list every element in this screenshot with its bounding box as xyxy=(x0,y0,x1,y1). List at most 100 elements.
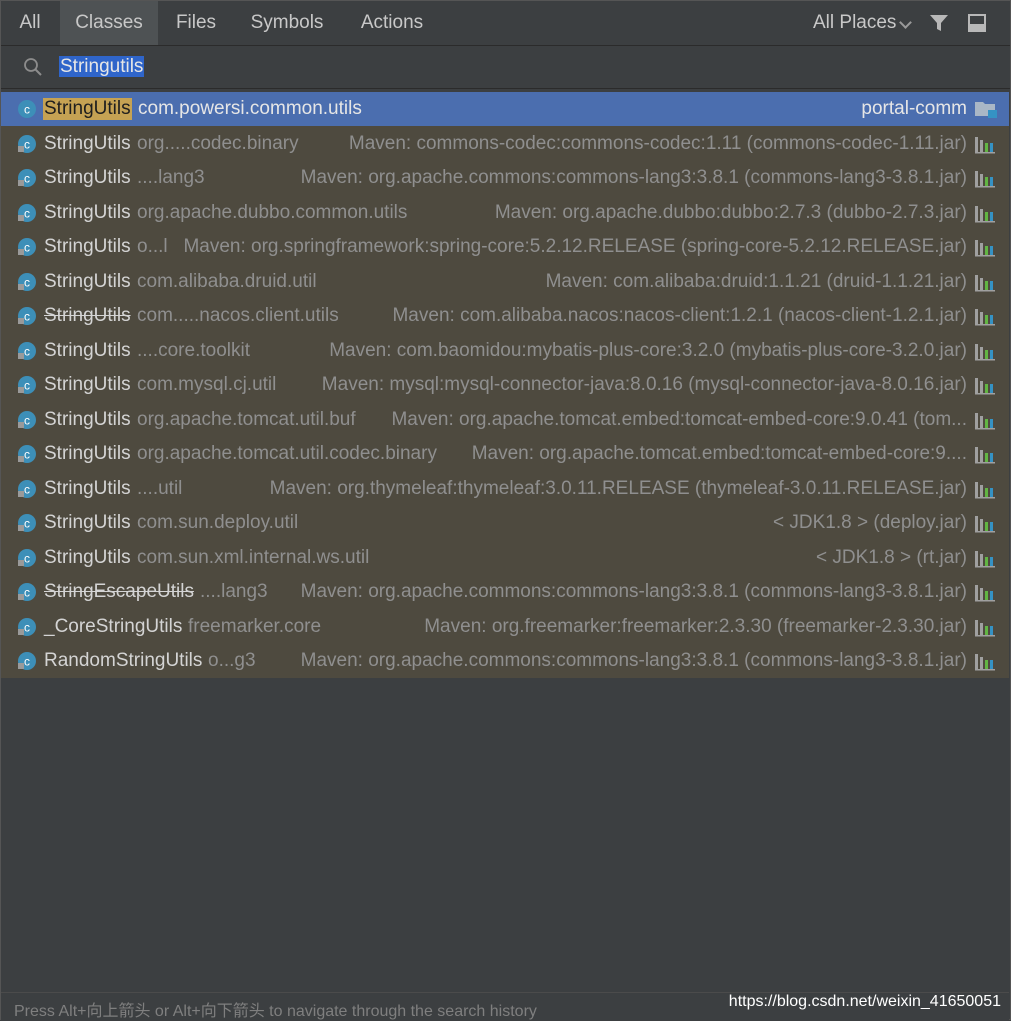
svg-text:c: c xyxy=(24,655,30,669)
result-row[interactable]: c StringUtils com.powersi.common.utils port… xyxy=(1,92,1009,126)
window-layout-icon[interactable] xyxy=(968,14,986,32)
library-icon xyxy=(975,309,995,326)
class-icon: c xyxy=(18,445,36,463)
result-package: com.powersi.common.utils xyxy=(138,98,362,119)
result-class-name: StringUtils xyxy=(44,167,131,188)
result-location: Maven: org.springframework:spring-core:5… xyxy=(183,236,967,257)
library-icon xyxy=(975,378,995,395)
result-package: ....util xyxy=(137,478,183,499)
library-icon xyxy=(975,206,995,223)
result-class-name: StringUtils xyxy=(44,547,131,568)
result-row[interactable]: c StringUtils com.....nacos.client.utils Ma… xyxy=(1,299,1009,333)
library-icon xyxy=(975,413,995,430)
result-row[interactable]: c StringUtils ....lang3 Maven: org.apache.c… xyxy=(1,161,1009,195)
result-location: Maven: commons-codec:commons-codec:1.11 … xyxy=(348,133,967,154)
result-location: Maven: org.thymeleaf:thymeleaf:3.0.11.RE… xyxy=(269,478,967,499)
result-class-name: StringUtils xyxy=(44,374,131,395)
result-row[interactable]: c StringUtils com.sun.xml.internal.ws.util… xyxy=(1,541,1009,575)
chevron-down-icon[interactable] xyxy=(899,16,912,29)
result-location: Maven: org.apache.tomcat.embed:tomcat-em… xyxy=(471,443,967,464)
result-class-name: StringUtils xyxy=(43,98,132,120)
tab-files[interactable]: Files xyxy=(163,1,229,45)
svg-text:c: c xyxy=(24,448,30,462)
library-icon xyxy=(975,447,995,464)
class-icon: c xyxy=(18,411,36,429)
tab-all[interactable]: All xyxy=(1,1,59,45)
class-icon: c xyxy=(18,273,36,291)
class-icon: c xyxy=(18,135,36,153)
result-class-name: StringUtils xyxy=(44,340,131,361)
search-query: Stringutils xyxy=(59,56,145,77)
watermark: https://blog.csdn.net/weixin_41650051 xyxy=(728,993,1001,1010)
result-package: org.apache.tomcat.util.buf xyxy=(137,409,356,430)
result-package: ....core.toolkit xyxy=(137,340,250,361)
tab-symbols[interactable]: Symbols xyxy=(241,1,333,45)
library-icon xyxy=(975,482,995,499)
search-icon xyxy=(24,58,42,76)
result-row[interactable]: c StringUtils org.apache.dubbo.common.util… xyxy=(1,196,1009,230)
result-package: ....lang3 xyxy=(200,581,268,602)
result-row[interactable]: c StringUtils o...l Maven: org.springframew… xyxy=(1,230,1009,264)
search-input[interactable]: Stringutils xyxy=(59,54,145,80)
result-row[interactable]: c StringUtils ....util Maven: org.thymeleaf… xyxy=(1,472,1009,506)
library-icon xyxy=(975,551,995,568)
result-row[interactable]: c RandomStringUtils o...g3 Maven: org.apach… xyxy=(1,644,1009,678)
result-location: Maven: com.alibaba:druid:1.1.21 (druid-1… xyxy=(545,271,967,292)
class-icon: c xyxy=(18,342,36,360)
class-icon: c xyxy=(18,204,36,222)
result-class-name: StringUtils xyxy=(44,133,131,154)
class-icon: c xyxy=(18,307,36,325)
class-icon: c xyxy=(18,652,36,670)
result-package: com.....nacos.client.utils xyxy=(137,305,339,326)
svg-text:c: c xyxy=(24,552,30,566)
svg-text:c: c xyxy=(24,483,30,497)
library-icon xyxy=(975,620,995,637)
result-class-name: StringUtils xyxy=(44,443,131,464)
result-package: com.sun.xml.internal.ws.util xyxy=(137,547,370,568)
result-row[interactable]: c StringUtils org.....codec.binary Maven: c… xyxy=(1,127,1009,161)
result-package: freemarker.core xyxy=(188,616,322,637)
search-bar: Stringutils xyxy=(1,46,1010,89)
class-icon: c xyxy=(18,100,36,118)
result-row[interactable]: c StringUtils com.sun.deploy.util < JDK1.8 … xyxy=(1,506,1009,540)
result-class-name: StringUtils xyxy=(44,305,131,326)
svg-text:c: c xyxy=(24,103,30,117)
class-icon: c xyxy=(18,618,36,636)
class-icon: c xyxy=(18,169,36,187)
result-row[interactable]: c StringUtils org.apache.tomcat.util.buf Ma… xyxy=(1,403,1009,437)
tab-bar: All Classes Files Symbols Actions All Pl… xyxy=(1,1,1010,46)
result-class-name: StringUtils xyxy=(44,512,131,533)
result-package: o...g3 xyxy=(208,650,256,671)
result-row[interactable]: c StringUtils ....core.toolkit Maven: com.b… xyxy=(1,334,1009,368)
tab-actions[interactable]: Actions xyxy=(351,1,433,45)
library-icon xyxy=(975,654,995,671)
search-history-hint: Press Alt+向上箭头 or Alt+向下箭头 to navigate t… xyxy=(14,1003,537,1020)
result-class-name: StringUtils xyxy=(44,271,131,292)
result-package: ....lang3 xyxy=(137,167,205,188)
class-icon: c xyxy=(18,480,36,498)
result-row[interactable]: c StringUtils com.alibaba.druid.util Maven:… xyxy=(1,265,1009,299)
class-icon: c xyxy=(18,376,36,394)
result-location: < JDK1.8 > (deploy.jar) xyxy=(773,512,967,533)
result-row[interactable]: c StringUtils org.apache.tomcat.util.codec… xyxy=(1,437,1009,471)
result-row[interactable]: c StringUtils com.mysql.cj.util Maven: mysq… xyxy=(1,368,1009,402)
result-row[interactable]: c _CoreStringUtils freemarker.core Maven: o… xyxy=(1,610,1009,644)
result-location: < JDK1.8 > (rt.jar) xyxy=(816,547,967,568)
library-icon xyxy=(975,344,995,361)
library-icon xyxy=(975,516,995,533)
result-row[interactable]: c StringEscapeUtils ....lang3 Maven: org.ap… xyxy=(1,575,1009,609)
svg-text:c: c xyxy=(24,310,30,324)
svg-text:c: c xyxy=(24,276,30,290)
class-icon: c xyxy=(18,514,36,532)
svg-text:c: c xyxy=(24,345,30,359)
module-folder-icon xyxy=(975,102,997,118)
result-class-name: RandomStringUtils xyxy=(44,650,203,671)
library-icon xyxy=(975,137,995,154)
result-class-name: _CoreStringUtils xyxy=(44,616,183,637)
svg-text:c: c xyxy=(24,586,30,600)
svg-text:c: c xyxy=(24,379,30,393)
results-list: c StringUtils com.powersi.common.utils port… xyxy=(1,92,1009,678)
tab-classes[interactable]: Classes xyxy=(60,1,158,45)
filter-icon[interactable] xyxy=(929,13,949,33)
scope-dropdown[interactable]: All Places xyxy=(813,1,896,45)
